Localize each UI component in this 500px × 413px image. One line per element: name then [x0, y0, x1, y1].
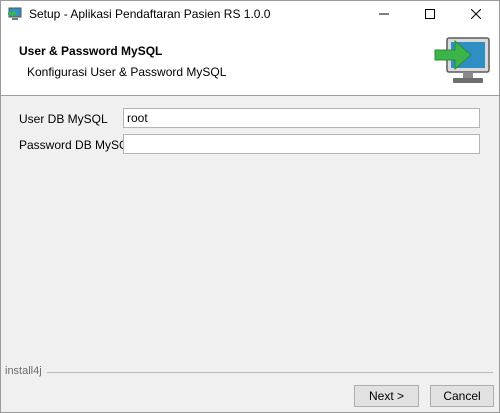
wizard-header: User & Password MySQL Konfigurasi User &…: [1, 28, 499, 96]
maximize-button[interactable]: [407, 1, 453, 28]
password-db-label: Password DB MySQL: [19, 138, 136, 152]
maximize-icon: [425, 8, 435, 22]
user-db-input[interactable]: [123, 108, 480, 128]
password-db-input[interactable]: [123, 134, 480, 154]
cancel-button[interactable]: Cancel: [430, 385, 494, 407]
minimize-button[interactable]: [361, 1, 407, 28]
next-button[interactable]: Next >: [354, 385, 419, 407]
footer-divider: [47, 372, 493, 373]
close-button[interactable]: [453, 1, 499, 28]
close-icon: [470, 8, 482, 22]
minimize-icon: [379, 8, 389, 22]
brand-label: install4j: [5, 365, 42, 377]
page-subtitle: Konfigurasi User & Password MySQL: [27, 65, 227, 79]
monitor-arrow-icon: [433, 34, 491, 88]
window-title: Setup - Aplikasi Pendaftaran Pasien RS 1…: [29, 7, 271, 21]
page-title: User & Password MySQL: [19, 44, 163, 58]
installer-icon: [7, 6, 23, 22]
setup-window: Setup - Aplikasi Pendaftaran Pasien RS 1…: [0, 0, 500, 413]
user-db-label: User DB MySQL: [19, 112, 108, 126]
title-bar[interactable]: Setup - Aplikasi Pendaftaran Pasien RS 1…: [1, 1, 499, 28]
